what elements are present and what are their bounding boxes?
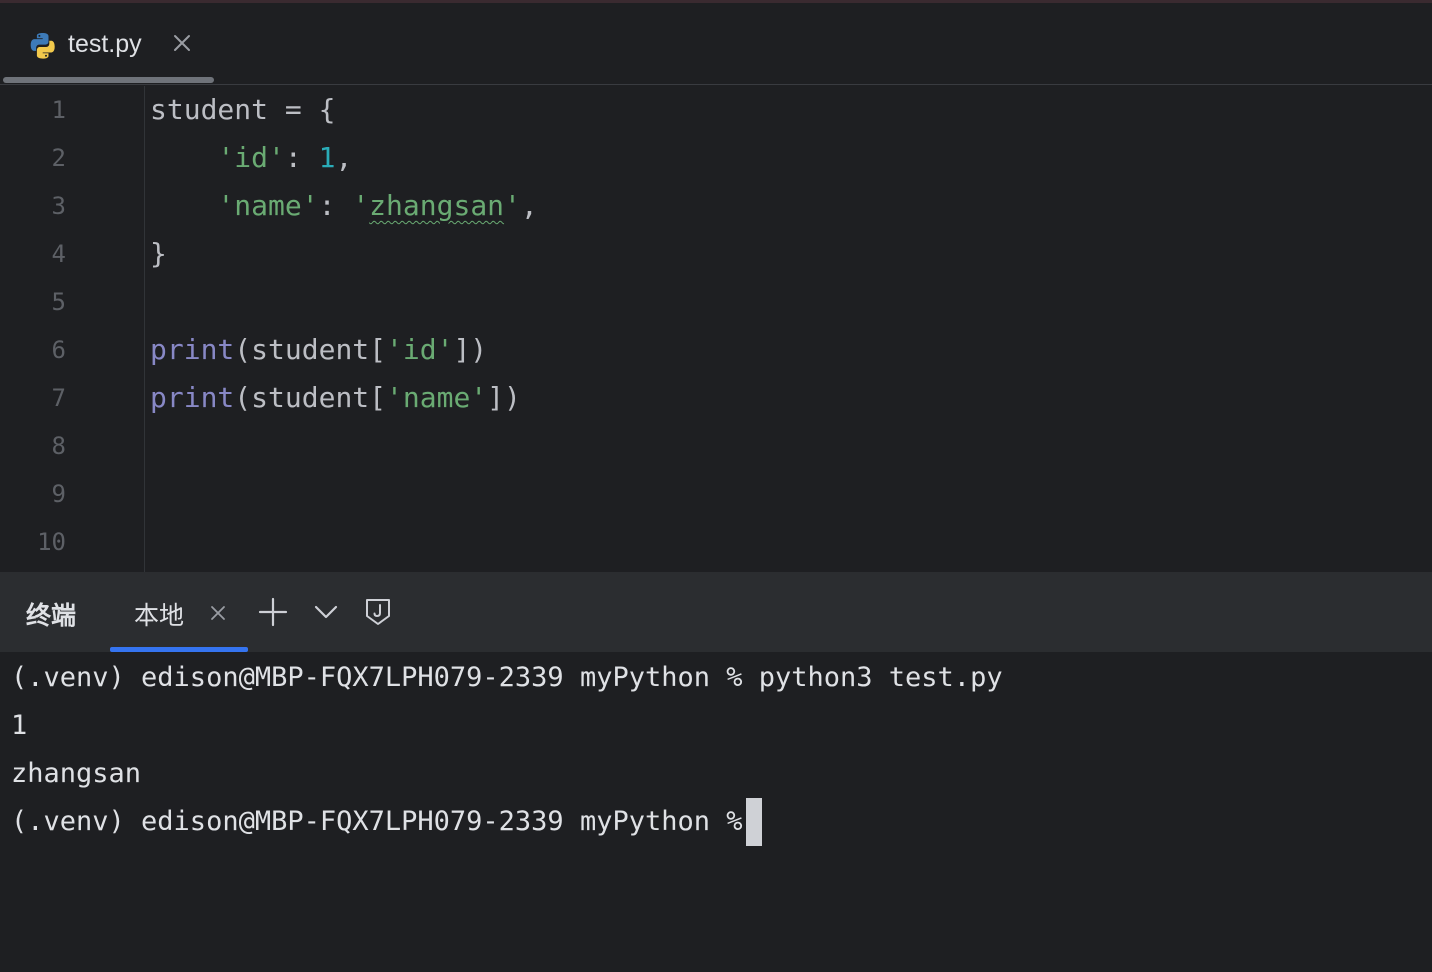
code-token: ]) (487, 381, 521, 414)
active-tab-indicator (3, 77, 214, 83)
code-token: 'name' (386, 381, 488, 414)
panel-title: 终端 (26, 601, 77, 630)
code-editor[interactable]: 1 2 3 4 5 6 7 8 9 10 student = { 'id': 1, 'name':… (0, 86, 1432, 572)
line-number: 1 (51, 96, 66, 124)
line-number: 3 (51, 192, 66, 220)
code-line: 'id': 1, (150, 134, 352, 182)
code-line: 'name': 'zhangsan', (150, 182, 538, 230)
plus-icon[interactable] (257, 596, 289, 628)
code-line: } (150, 230, 167, 278)
code-token: ' (504, 189, 521, 222)
terminal-line: 1 (11, 710, 28, 741)
code-token: zhangsan (369, 189, 505, 222)
code-token: 'name' (217, 189, 319, 222)
tab-local[interactable]: 本地 (110, 572, 248, 652)
line-number-gutter: 1 2 3 4 5 6 7 8 9 10 (0, 86, 145, 572)
line-number: 9 (51, 480, 66, 508)
line-number: 6 (51, 336, 66, 364)
terminal-output[interactable]: (.venv) edison@MBP-FQX7LPH079-2339 myPyt… (0, 652, 1432, 972)
line-number: 8 (51, 432, 66, 460)
terminal-line: zhangsan (11, 758, 142, 789)
tab-test-py[interactable]: test.py (0, 3, 214, 84)
terminal-cursor (746, 798, 762, 846)
code-token: (student[ (234, 333, 387, 366)
line-number: 2 (51, 144, 66, 172)
code-token: 1 (318, 141, 336, 174)
code-token: 'id' (217, 141, 285, 174)
close-icon[interactable] (208, 603, 228, 623)
code-token: } (150, 237, 167, 270)
code-token: student = { (150, 93, 336, 126)
code-line: print(student['name']) (150, 374, 521, 422)
line-number: 4 (51, 240, 66, 268)
tab-filename: test.py (68, 30, 142, 58)
editor-tab-bar: test.py (0, 3, 1432, 85)
line-number: 10 (37, 528, 66, 556)
line-number: 5 (51, 288, 66, 316)
code-token: print (150, 381, 235, 414)
code-token: (student[ (234, 381, 387, 414)
terminal-line: (.venv) edison@MBP-FQX7LPH079-2339 myPyt… (11, 662, 1003, 693)
code-token: print (150, 333, 235, 366)
code-token: ' (352, 189, 370, 222)
terminal-prompt: (.venv) edison@MBP-FQX7LPH079-2339 myPyt… (11, 806, 759, 837)
code-token: : (318, 189, 353, 222)
python-icon (30, 33, 55, 59)
code-line: print(student['id']) (150, 326, 487, 374)
code-token: , (520, 189, 538, 222)
code-token: , (335, 141, 353, 174)
chevron-down-icon[interactable] (310, 596, 342, 628)
tab-local-label: 本地 (134, 601, 185, 630)
terminal-panel-header: 终端 本地 (0, 572, 1432, 652)
shield-icon[interactable] (362, 596, 394, 628)
code-token: : (284, 141, 319, 174)
code-line: student = { (150, 86, 335, 134)
close-icon[interactable] (170, 31, 194, 55)
line-number: 7 (51, 384, 66, 412)
code-token: 'id' (386, 333, 454, 366)
code-token: ]) (453, 333, 488, 366)
